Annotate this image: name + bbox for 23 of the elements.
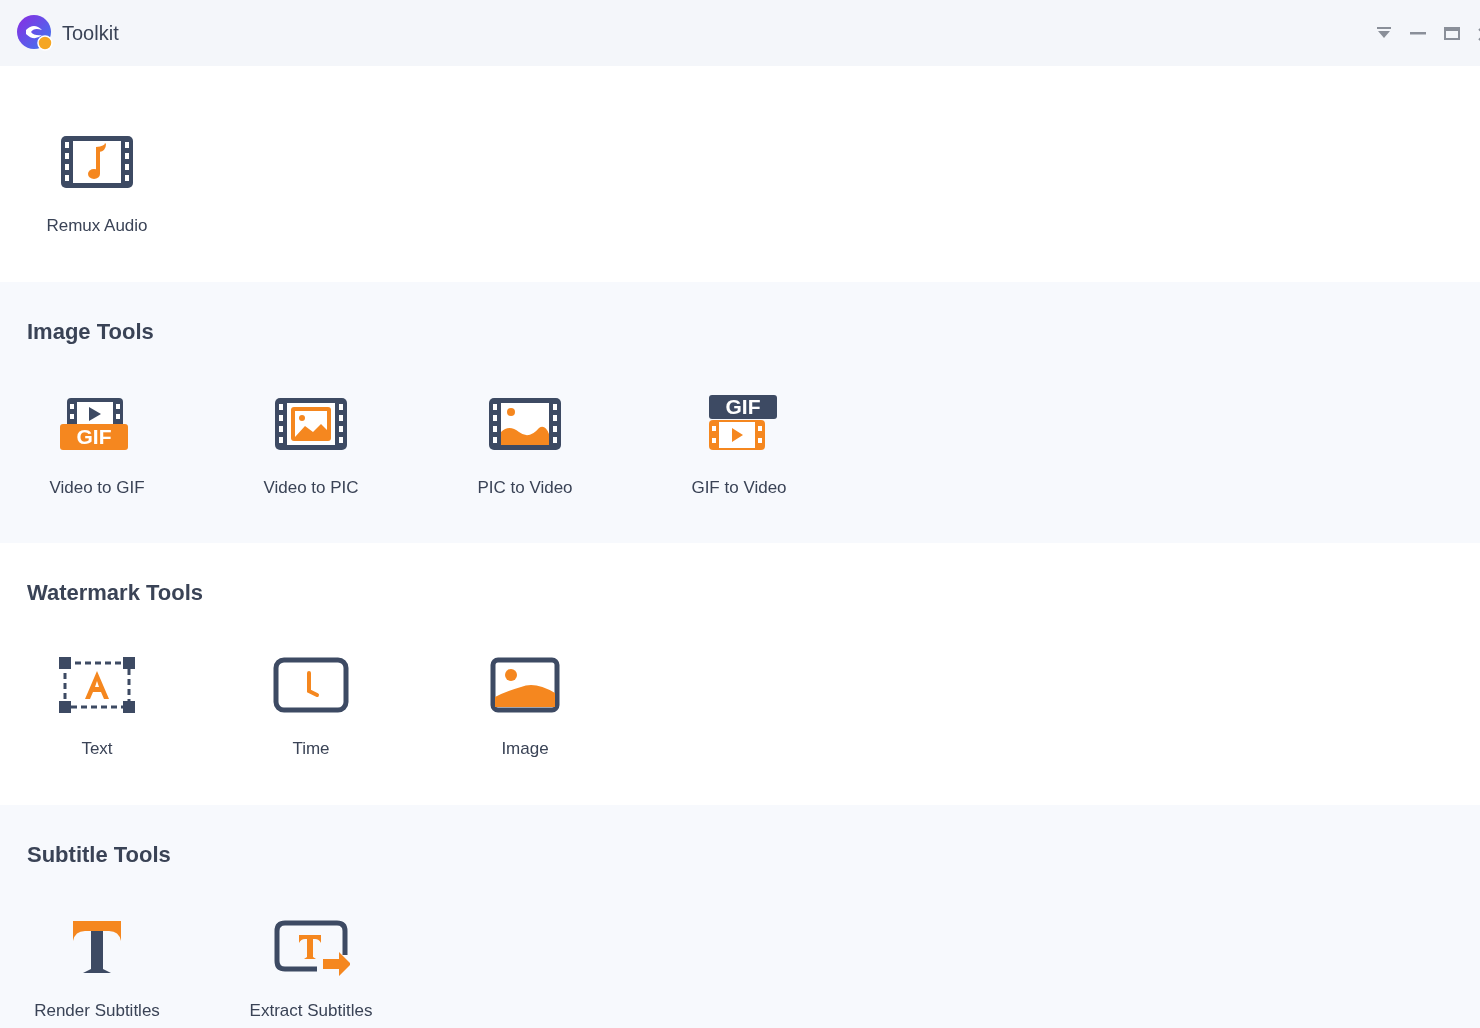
tool-label[interactable]: Remux Audio xyxy=(46,213,148,239)
tool-label[interactable]: Text xyxy=(81,736,113,762)
film-landscape-icon[interactable] xyxy=(486,395,564,453)
app-logo-icon xyxy=(16,14,54,52)
clock-frame-icon[interactable] xyxy=(272,656,350,714)
text-frame-icon[interactable] xyxy=(58,656,136,714)
film-music-icon[interactable] xyxy=(58,133,136,191)
tool-label[interactable]: Render Subtitles xyxy=(34,998,160,1024)
tool-label[interactable]: Image xyxy=(501,736,549,762)
tool-label[interactable]: Time xyxy=(292,736,330,762)
section-heading: Image Tools xyxy=(27,318,155,346)
subtitle-export-icon[interactable] xyxy=(272,918,350,976)
gif-label: GIF xyxy=(60,424,128,450)
section-heading: Subtitle Tools xyxy=(27,841,172,869)
gif-label: GIF xyxy=(709,395,777,419)
window-title: Toolkit xyxy=(62,21,119,46)
film-image-icon[interactable] xyxy=(272,395,350,453)
section-heading: Watermark Tools xyxy=(27,579,205,607)
tool-label[interactable]: Video to PIC xyxy=(263,475,359,501)
tool-label[interactable]: Extract Subtitles xyxy=(249,998,373,1024)
tool-label[interactable]: Video to GIF xyxy=(49,475,145,501)
tool-label[interactable]: PIC to Video xyxy=(477,475,573,501)
tool-label[interactable]: GIF to Video xyxy=(691,475,787,501)
